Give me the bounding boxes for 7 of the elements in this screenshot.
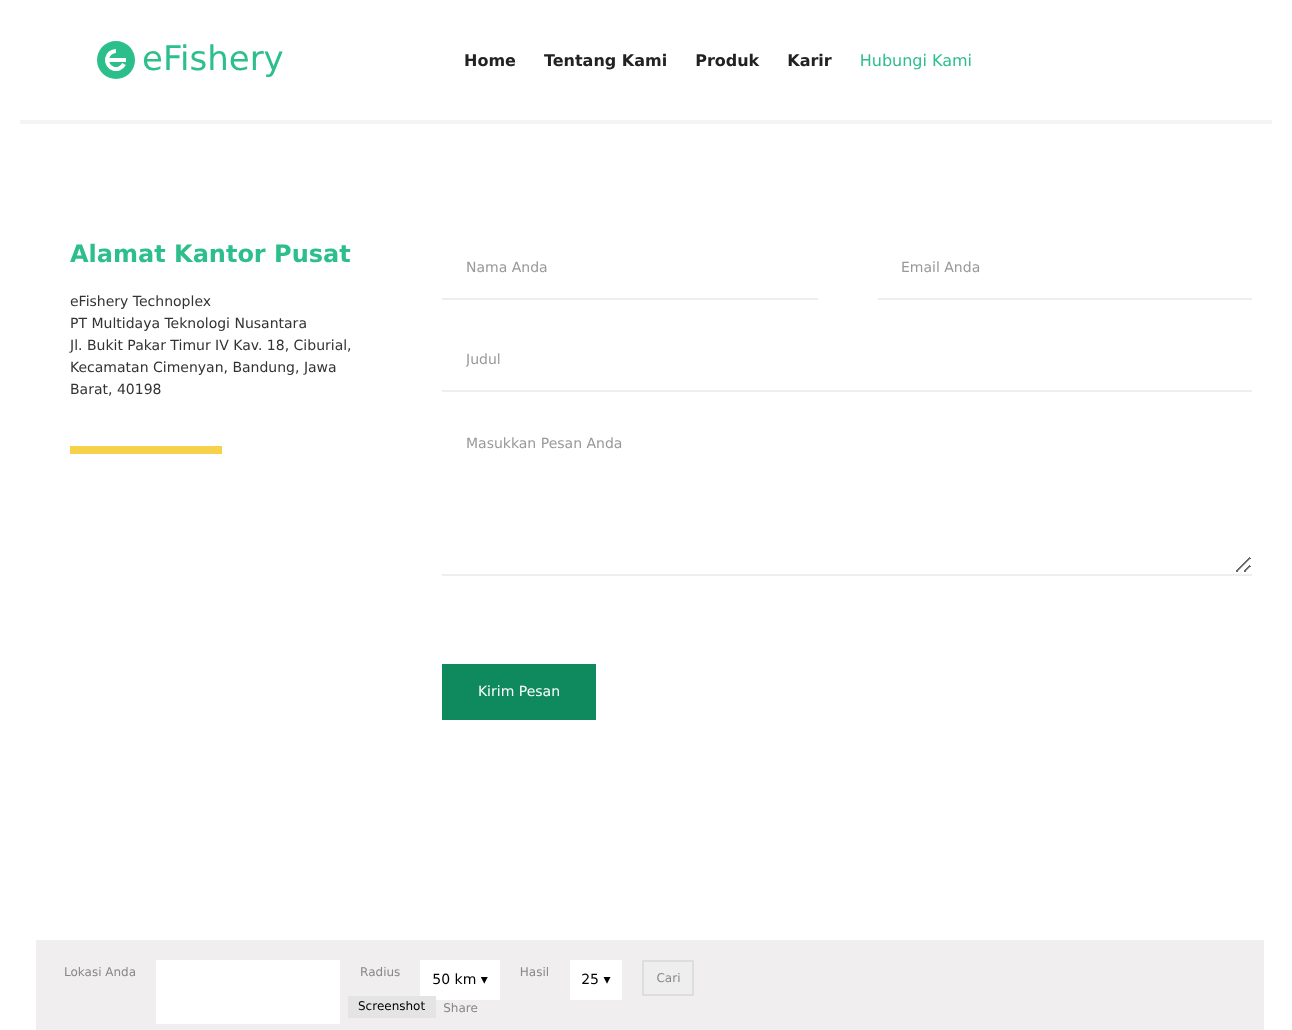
address-title: Alamat Kantor Pusat	[70, 240, 353, 268]
nav-link[interactable]: Karir	[787, 51, 832, 69]
nav-link[interactable]: Tentang Kami	[543, 51, 668, 69]
nav-link[interactable]: Home	[464, 51, 516, 69]
logo-icon	[96, 40, 136, 80]
nav-link[interactable]: Produk	[695, 51, 760, 69]
logo-text: eFishery	[142, 40, 284, 80]
